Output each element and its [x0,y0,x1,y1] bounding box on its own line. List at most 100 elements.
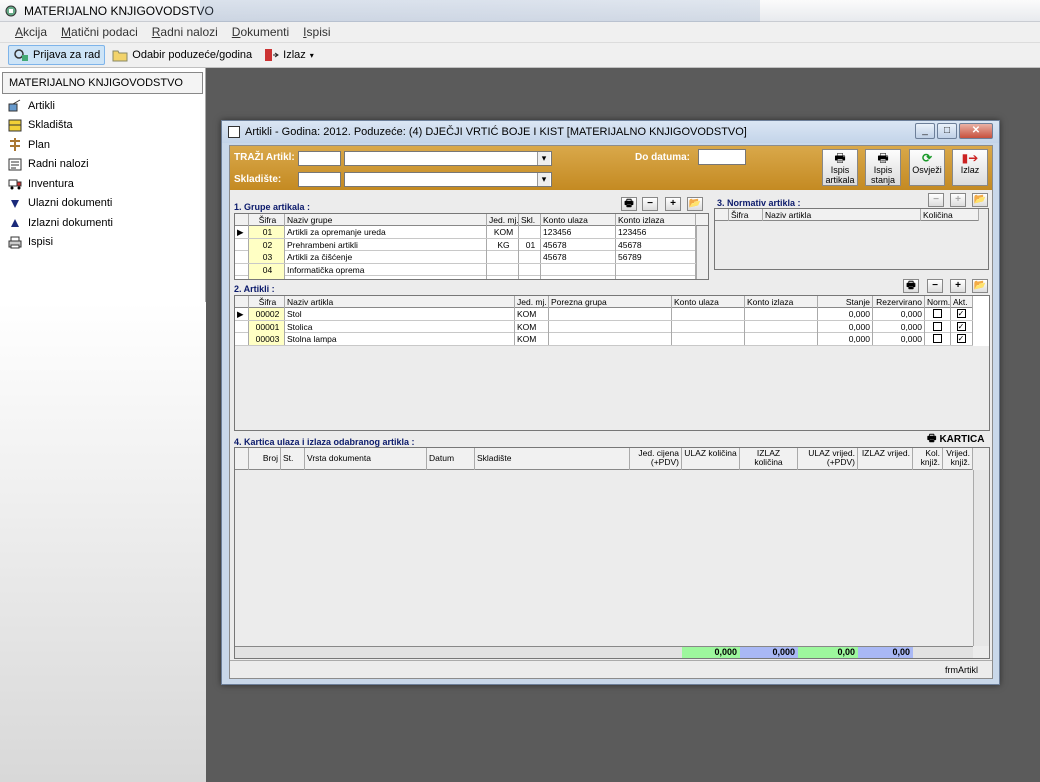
table-row[interactable]: 03 Artikli za čišćenje 45678 56789 [235,251,708,264]
table-row[interactable]: 04 Informatička oprema [235,263,708,276]
sidebar-item-artikli[interactable]: Artikli [0,96,205,116]
remove-norm-button[interactable]: − [928,193,944,207]
table-cell[interactable] [672,333,745,345]
table-cell[interactable] [487,251,519,263]
table-cell[interactable]: KG [487,238,519,251]
table-cell[interactable] [519,276,541,279]
norm-checkbox[interactable] [932,321,942,331]
table-cell[interactable]: KOM [515,308,549,320]
print-stock-button[interactable]: 🖶 Ispis stanja [865,149,901,186]
table-cell[interactable]: 05 [249,276,285,279]
col-jed-mj[interactable]: Jed. mj. [487,214,519,226]
sidebar-item-radni-nalozi[interactable]: Radni nalozi [0,155,205,175]
table-cell[interactable] [672,320,745,333]
table-cell[interactable]: 0,000 [873,308,925,320]
groups-scrollbar[interactable] [696,226,708,279]
table-row[interactable]: 05Farmaceutski proizvodi [235,276,708,279]
col-art-konto-izlaza[interactable]: Konto izlaza [745,296,818,308]
table-cell[interactable]: 0,000 [818,320,873,333]
open-article-icon[interactable]: 📂 [972,279,988,293]
table-row[interactable]: ▶ 01 Artikli za opremanje ureda KOM 123456 12… [235,226,708,239]
remove-article-button[interactable]: − [927,279,943,293]
card-col-2[interactable]: Vrsta dokumenta [305,448,427,470]
table-row[interactable]: 02 Prehrambeni artikli KG 01 45678 45678 [235,238,708,251]
table-cell[interactable] [745,320,818,333]
col-konto-izlaza[interactable]: Konto izlaza [616,214,696,226]
table-cell[interactable]: 0,000 [818,333,873,345]
table-cell[interactable]: 03 [249,251,285,263]
table-cell[interactable]: 45678 [616,238,696,251]
chevron-down-icon[interactable]: ▾ [310,51,314,60]
table-cell[interactable]: 00002 [249,308,285,320]
col-naziv-grupe[interactable]: Naziv grupe [285,214,487,226]
sidebar-item-skladista[interactable]: Skladišta [0,116,205,136]
print-articles-button[interactable]: 🖶 Ispis artikala [822,149,858,186]
col-art-akt[interactable]: Akt. [951,296,973,308]
table-cell[interactable]: 0,000 [873,320,925,333]
row-selector[interactable] [235,238,249,251]
col-art-naziv[interactable]: Naziv artikla [285,296,515,308]
select-company-button[interactable]: Odabir poduzeće/godina [108,45,256,65]
table-cell[interactable]: KOM [515,333,549,345]
card-button[interactable]: 🖶 KARTICA [927,431,984,447]
row-selector[interactable] [235,251,249,263]
table-cell[interactable] [745,308,818,320]
card-col-9[interactable]: IZLAZ vrijed. [858,448,913,470]
card-scrollbar[interactable] [973,470,989,646]
menu-maticni-podaci[interactable]: Matični podaci [61,25,138,39]
col-art-jedmj[interactable]: Jed. mj. [515,296,549,308]
table-cell[interactable]: Artikli za opremanje ureda [285,226,487,238]
norm-checkbox[interactable] [932,334,942,343]
print-articles-icon[interactable]: 🖶 [903,279,919,293]
current-row-marker-icon[interactable]: ▶ [235,308,249,320]
open-norm-icon[interactable]: 📂 [972,193,988,207]
table-cell[interactable] [549,333,672,345]
card-col-1[interactable]: St. [281,448,305,470]
table-cell[interactable] [519,226,541,238]
table-cell[interactable]: Stolna lampa [285,333,515,345]
warehouse-name-combo[interactable] [344,172,552,187]
card-col-11[interactable]: Vrijed. knjiž. [943,448,973,470]
row-selector[interactable] [235,320,249,333]
sidebar-item-izlazni-dokumenti[interactable]: Izlazni dokumenti [0,213,205,233]
card-col-6[interactable]: ULAZ količina [682,448,740,470]
find-article-code-input[interactable] [298,151,341,166]
table-cell[interactable] [519,251,541,263]
table-cell[interactable]: Artikli za čišćenje [285,251,487,263]
table-cell[interactable] [616,276,696,279]
table-cell[interactable]: 45678 [541,251,616,263]
find-article-name-combo[interactable] [344,151,552,166]
col-art-konto-ulaza[interactable]: Konto ulaza [672,296,745,308]
card-col-3[interactable]: Datum [427,448,475,470]
active-checkbox[interactable]: ✓ [956,334,966,343]
col-art-stanje[interactable]: Stanje [818,296,873,308]
table-cell[interactable]: 01 [249,226,285,238]
table-cell[interactable]: 0,000 [818,308,873,320]
maximize-button[interactable]: □ [937,123,957,139]
table-cell[interactable]: Stolica [285,320,515,333]
card-col-7[interactable]: IZLAZ količina [740,448,798,470]
sidebar-item-ulazni-dokumenti[interactable]: Ulazni dokumenti [0,194,205,214]
table-cell[interactable] [541,276,616,279]
col-konto-ulaza[interactable]: Konto ulaza [541,214,616,226]
col-art-rezervirano[interactable]: Rezervirano [873,296,925,308]
exit-button[interactable]: Izlaz ▾ [259,45,318,65]
table-row[interactable]: 00003 Stolna lampa KOM 0,000 0,000 ✓ [235,333,973,346]
col-skl[interactable]: Skl. [519,214,541,226]
col-norm-naziv[interactable]: Naziv artikla [763,209,921,221]
active-checkbox[interactable]: ✓ [956,309,966,318]
table-cell[interactable]: 123456 [616,226,696,238]
card-col-10[interactable]: Kol. knjiž. [913,448,943,470]
refresh-button[interactable]: ⟳ Osvježi [909,149,945,186]
menu-akcija[interactable]: Akcija [15,25,47,39]
table-cell[interactable] [616,263,696,276]
add-article-button[interactable]: + [950,279,966,293]
menu-ispisi[interactable]: Ispisi [303,25,330,39]
table-cell[interactable]: Stol [285,308,515,320]
close-button[interactable]: ✕ [959,123,993,139]
col-sifra[interactable]: Šifra [249,214,285,226]
table-cell[interactable]: 56789 [616,251,696,263]
table-row[interactable]: 00001 Stolica KOM 0,000 0,000 ✓ [235,320,973,333]
table-cell[interactable] [745,333,818,345]
remove-group-button[interactable]: − [642,197,658,211]
